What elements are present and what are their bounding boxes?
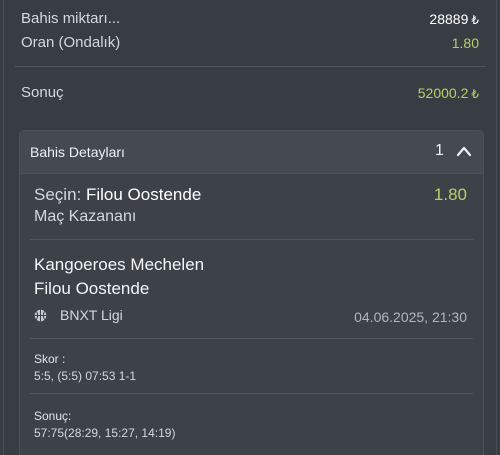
selection-odds: 1.80: [433, 185, 467, 204]
match-datetime: 04.06.2025, 21:30: [354, 309, 467, 325]
panel-border-left: [3, 0, 4, 455]
summary-divider: [15, 66, 485, 67]
bet-count-badge: 1: [435, 142, 444, 159]
odds-label: Oran (Ondalık): [21, 34, 121, 51]
stake-amount: 28889 ₺: [429, 11, 479, 27]
score-divider: [30, 393, 473, 394]
odds-value: 1.80: [451, 34, 479, 51]
result-row: Sonuç 52000.2 ₺: [21, 84, 479, 101]
result-amount: 52000.2 ₺: [418, 85, 479, 101]
stake-value: 28889: [429, 10, 469, 27]
chevron-up-icon[interactable]: [456, 145, 472, 157]
score-value: 5:5, (5:5) 07:53 1-1: [34, 369, 137, 383]
bet-details-header[interactable]: Bahis Detayları 1: [20, 131, 483, 174]
basketball-icon: [34, 309, 47, 321]
selection-name: Filou Oostende: [85, 185, 202, 204]
league-row: BNXT Ligi: [34, 307, 123, 323]
score-label: Skor :: [34, 352, 66, 366]
selection-line: Seçin: Filou Oostende: [34, 185, 201, 205]
final-result-value: 57:75(28:29, 15:27, 14:19): [34, 426, 176, 440]
stake-row: Bahis miktarı... 28889 ₺: [21, 10, 479, 27]
final-result-label: Sonuç:: [34, 409, 72, 423]
panel-border-right: [496, 0, 497, 455]
market-name: Maç Kazananı: [34, 208, 137, 225]
currency-symbol: ₺: [471, 12, 479, 27]
bet-receipt-panel: Bahis miktarı... 28889 ₺ Oran (Ondalık) 1…: [0, 0, 500, 455]
away-team: Filou Oostende: [34, 279, 150, 298]
selection-divider: [30, 239, 473, 240]
odds-row: Oran (Ondalık) 1.80: [21, 34, 479, 51]
bet-details-card: Bahis Detayları 1 Seçin: Filou Oostende …: [19, 130, 484, 455]
result-value: 52000.2: [417, 84, 469, 101]
currency-symbol: ₺: [471, 86, 479, 101]
bet-details-title: Bahis Detayları: [30, 144, 125, 160]
league-name: BNXT Ligi: [60, 307, 123, 323]
match-divider: [30, 338, 473, 339]
stake-label: Bahis miktarı...: [21, 10, 121, 27]
home-team: Kangoeroes Mechelen: [34, 255, 205, 274]
selection-prefix: Seçin:: [34, 185, 82, 204]
result-label: Sonuç: [21, 84, 64, 101]
